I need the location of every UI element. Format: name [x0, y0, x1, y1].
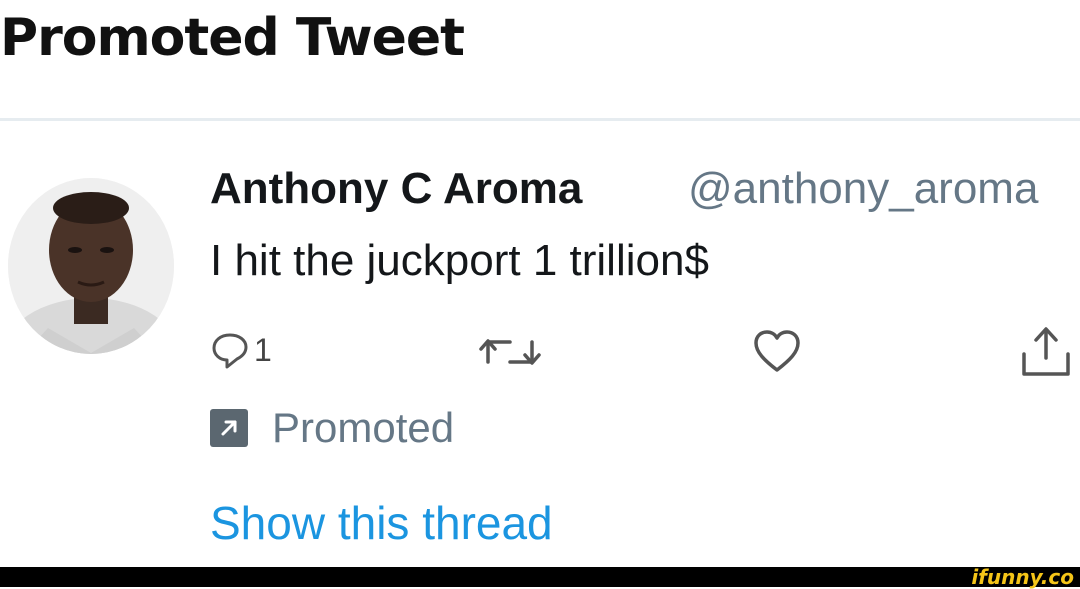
retweet-button[interactable] [478, 332, 542, 372]
avatar[interactable] [8, 178, 174, 354]
watermark-bar [0, 567, 1080, 587]
avatar-image [8, 178, 174, 354]
show-thread-link[interactable]: Show this thread [210, 496, 553, 550]
share-icon [1022, 327, 1070, 376]
author-handle[interactable]: @anthony_aroma [688, 164, 1038, 214]
tweet-text: I hit the juckport 1 trillion$ [210, 236, 709, 285]
reply-icon [212, 333, 248, 369]
author-name[interactable]: Anthony C Aroma [210, 164, 582, 214]
divider [0, 118, 1080, 121]
page-title: Promoted Tweet [0, 8, 465, 68]
promoted-indicator: Promoted [210, 404, 454, 452]
share-button[interactable] [1016, 324, 1076, 380]
promoted-label: Promoted [272, 404, 455, 451]
like-icon [754, 330, 800, 372]
watermark: ifunny.co [971, 565, 1074, 589]
like-button[interactable] [752, 328, 802, 374]
retweet-icon [479, 339, 541, 365]
reply-button[interactable]: 1 [210, 330, 272, 370]
promoted-icon [210, 409, 248, 447]
reply-count: 1 [254, 331, 272, 368]
